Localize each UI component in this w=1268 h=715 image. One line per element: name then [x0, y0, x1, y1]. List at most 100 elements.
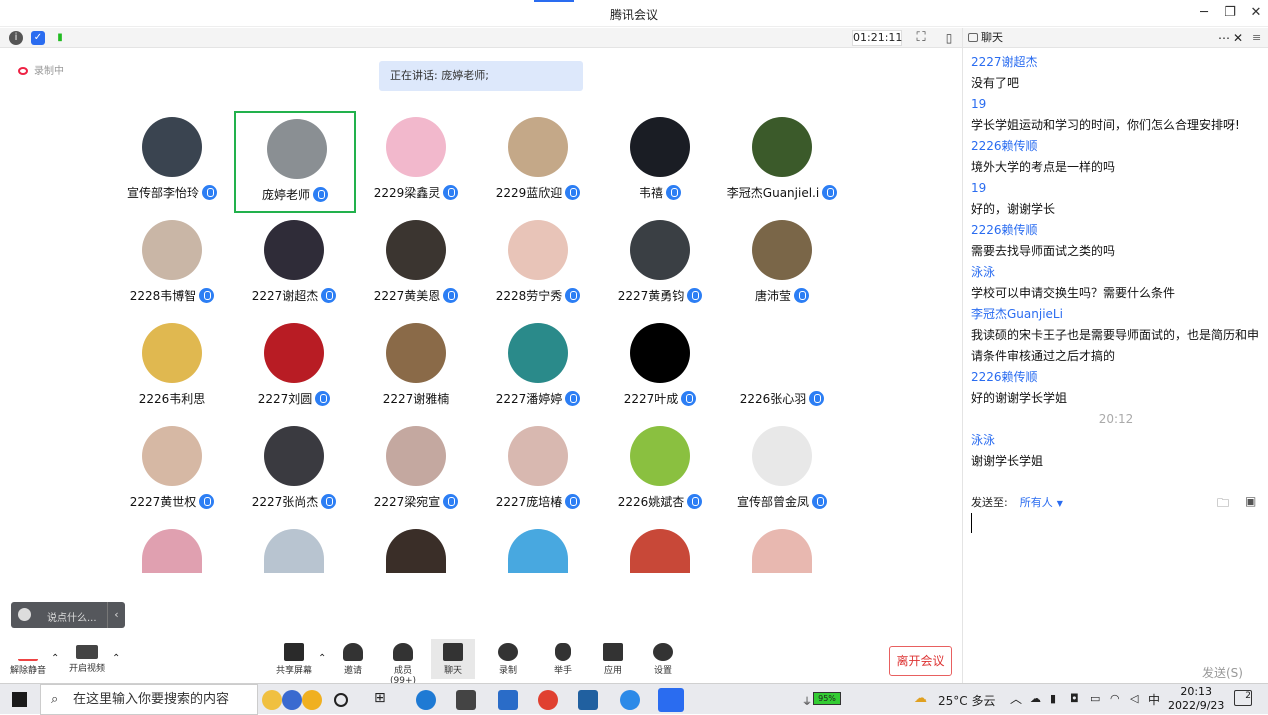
info-icon[interactable]: i	[9, 31, 23, 45]
tencent-meeting-icon[interactable]	[658, 688, 684, 712]
participant-tile[interactable]	[233, 523, 355, 625]
start-video-button[interactable]: 开启视频	[65, 639, 109, 674]
layout-icon[interactable]: ▯	[942, 31, 956, 45]
chat-sender[interactable]: 2226赖传顺	[963, 367, 1268, 388]
close-button[interactable]: ✕	[1246, 4, 1266, 22]
shield-icon[interactable]: ✓	[31, 31, 45, 45]
fullscreen-icon[interactable]: ⛶	[914, 31, 928, 45]
avatar	[386, 323, 446, 383]
text-cursor[interactable]	[971, 513, 972, 533]
windows-taskbar: ⌕ 在这里输入你要搜索的内容 ⊞ ⏚ 95% ☁ 25°C 多云 ︿ ☁ ▮ ◘ …	[0, 683, 1268, 715]
mic-icon	[666, 185, 681, 200]
leave-meeting-button[interactable]: 离开会议	[889, 646, 952, 676]
avatar	[508, 323, 568, 383]
minimize-button[interactable]: ─	[1194, 4, 1214, 22]
apps-button[interactable]: 应用	[591, 639, 635, 676]
quick-chat-input[interactable]: 说点什么... ‹	[11, 602, 125, 628]
invite-button[interactable]: 邀请	[331, 639, 375, 676]
chat-sender[interactable]: 2226赖传顺	[963, 136, 1268, 157]
widgets-icon-2[interactable]	[282, 690, 302, 710]
screenshot-icon[interactable]: ▣	[1245, 494, 1256, 508]
collapse-chevron-icon[interactable]: ‹	[107, 602, 125, 628]
send-button[interactable]: 发送(S)	[1202, 664, 1243, 681]
more-icon[interactable]: ⋯	[1218, 28, 1230, 48]
chat-message-text: 好的谢谢学长学姐	[971, 391, 1068, 405]
settings-button[interactable]: 设置	[641, 639, 685, 676]
widgets-icon-3[interactable]	[302, 690, 322, 710]
file-explorer-icon[interactable]	[456, 690, 476, 710]
avatar	[386, 117, 446, 177]
chat-sender[interactable]: 2226赖传顺	[963, 220, 1268, 241]
avatar	[264, 220, 324, 280]
file-icon[interactable]: 🗀	[1217, 494, 1229, 515]
store-icon[interactable]	[498, 690, 518, 710]
unmute-button[interactable]: 解除静音	[6, 639, 50, 676]
participant-tile[interactable]: 2226张心羽	[721, 317, 843, 419]
share-screen-button[interactable]: 共享屏幕	[272, 639, 316, 676]
usb-icon[interactable]: ▮	[1050, 692, 1056, 705]
record-button[interactable]: 录制	[486, 639, 530, 676]
widgets-icon[interactable]	[262, 690, 282, 710]
participant-tile[interactable]	[111, 523, 233, 625]
edge-icon[interactable]	[416, 690, 436, 710]
windows-start-icon[interactable]	[12, 692, 27, 707]
chrome-icon[interactable]	[538, 690, 558, 710]
record-button-icon	[498, 643, 518, 661]
chat-sender[interactable]: 李冠杰GuanjieLi	[963, 304, 1268, 325]
participant-tile[interactable]: 李冠杰Guanjiel.i	[721, 111, 843, 213]
taskbar-clock[interactable]: 20:13 2022/9/23	[1168, 685, 1224, 713]
chat-sender[interactable]: 19	[963, 178, 1268, 199]
volume-icon[interactable]: ◁	[1130, 692, 1138, 705]
avatar	[142, 323, 202, 383]
raise-hand-button[interactable]: 举手	[541, 639, 585, 676]
task-view-icon[interactable]: ⊞	[374, 690, 394, 710]
clock-date: 2022/9/23	[1168, 699, 1225, 712]
security-icon[interactable]: ◘	[1070, 692, 1079, 705]
browser-icon[interactable]	[620, 690, 640, 710]
members-button[interactable]: 成员(99+)	[381, 639, 425, 686]
participant-tile[interactable]: 宣传部曾金凤	[721, 420, 843, 522]
avatar	[142, 529, 202, 573]
share-options-chevron-icon[interactable]: ⌃	[318, 653, 326, 664]
chat-button[interactable]: 聊天	[431, 639, 475, 679]
mic-options-chevron-icon[interactable]: ⌃	[51, 653, 59, 664]
battery-tray-icon[interactable]: ▭	[1090, 692, 1100, 705]
chat-message-text: 我读硕的宋卡王子也是需要导师面试的，也是简历和申请条件审核通过之后才搞的	[971, 328, 1260, 363]
participant-tile[interactable]	[477, 523, 599, 625]
participant-tile[interactable]: 宣传部李怡玲	[111, 111, 233, 213]
participant-tile[interactable]	[355, 523, 477, 625]
chat-header-icon	[968, 33, 978, 42]
avatar	[386, 426, 446, 486]
photos-icon[interactable]	[578, 690, 598, 710]
avatar	[630, 220, 690, 280]
wifi-icon[interactable]: ◠	[1110, 692, 1120, 705]
participant-tile[interactable]	[721, 523, 843, 625]
signal-icon[interactable]: ▮	[53, 31, 67, 45]
avatar	[264, 529, 324, 573]
notification-center-icon[interactable]: 2	[1234, 690, 1252, 706]
participant-tile[interactable]	[599, 523, 721, 625]
taskbar-search[interactable]: ⌕ 在这里输入你要搜索的内容	[40, 684, 258, 715]
menu-icon[interactable]: ≡	[1252, 28, 1261, 48]
cloud-icon[interactable]: ☁	[1030, 692, 1041, 705]
window-title: 腾讯会议	[609, 8, 658, 22]
weather-text[interactable]: 25°C 多云	[938, 692, 995, 709]
chat-message-text: 学校可以申请交换生吗？需要什么条件	[971, 286, 1176, 300]
ime-indicator[interactable]: 中	[1148, 691, 1160, 708]
cortana-icon[interactable]	[334, 693, 348, 707]
restore-button[interactable]: ❐	[1220, 4, 1240, 22]
mic-icon	[681, 391, 697, 406]
participant-tile[interactable]: 唐沛莹	[721, 214, 843, 316]
chat-sender[interactable]: 泳泳	[963, 430, 1268, 451]
chat-sender[interactable]: 19	[963, 94, 1268, 115]
close-chat-icon[interactable]: ✕	[1233, 28, 1243, 48]
mic-icon	[822, 185, 838, 200]
chat-sender[interactable]: 泳泳	[963, 262, 1268, 283]
send-to-select[interactable]: 所有人	[1020, 496, 1053, 509]
video-options-chevron-icon[interactable]: ⌃	[112, 653, 120, 664]
chat-sender[interactable]: 2227谢超杰	[963, 52, 1268, 73]
tray-chevron-icon[interactable]: ︿	[1010, 690, 1022, 707]
chat-message-text: 谢谢学长学姐	[971, 454, 1044, 468]
emoji-icon[interactable]	[18, 608, 31, 621]
send-to-chevron-icon[interactable]: ▼	[1057, 499, 1063, 508]
